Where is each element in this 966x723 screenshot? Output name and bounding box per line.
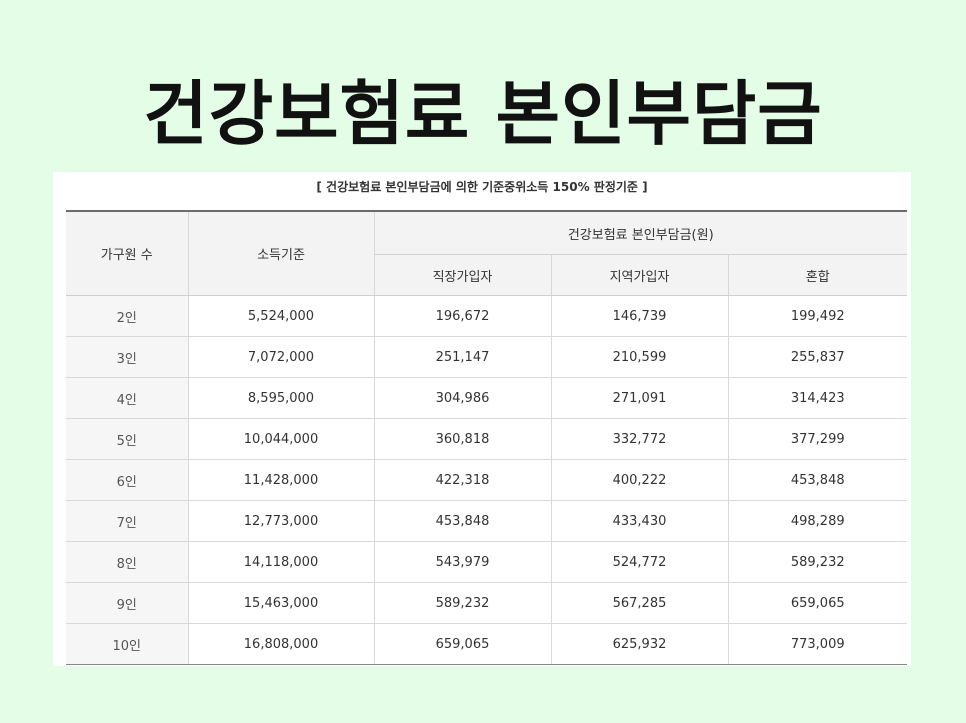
- cell-mixed: 199,492: [728, 295, 907, 337]
- cell-mixed: 773,009: [728, 623, 907, 665]
- cell-regional: 332,772: [551, 418, 729, 460]
- cell-members: 10인: [66, 623, 189, 665]
- cell-regional: 433,430: [551, 500, 729, 542]
- table-caption: [ 건강보험료 본인부담금에 의한 기준중위소득 150% 판정기준 ]: [316, 180, 648, 194]
- table-row: 7인 12,773,000 453,848 433,430 498,289: [66, 500, 907, 542]
- cell-employee: 251,147: [374, 336, 552, 378]
- cell-income: 14,118,000: [188, 541, 375, 583]
- cell-mixed: 314,423: [728, 377, 907, 419]
- cell-income: 15,463,000: [188, 582, 375, 624]
- cell-income: 8,595,000: [188, 377, 375, 419]
- cell-employee: 453,848: [374, 500, 552, 542]
- cell-regional: 210,599: [551, 336, 729, 378]
- cell-members: 3인: [66, 336, 189, 378]
- table-row: 3인 7,072,000 251,147 210,599 255,837: [66, 336, 907, 378]
- cell-mixed: 498,289: [728, 500, 907, 542]
- header-employee: 직장가입자: [374, 254, 552, 296]
- page-title: 건강보험료 본인부담금: [143, 73, 823, 155]
- header-income: 소득기준: [188, 210, 375, 296]
- header-mixed: 혼합: [728, 254, 907, 296]
- cell-employee: 304,986: [374, 377, 552, 419]
- cell-income: 11,428,000: [188, 459, 375, 501]
- cell-income: 5,524,000: [188, 295, 375, 337]
- cell-income: 16,808,000: [188, 623, 375, 665]
- cell-members: 4인: [66, 377, 189, 419]
- header-regional: 지역가입자: [551, 254, 729, 296]
- cell-employee: 360,818: [374, 418, 552, 460]
- cell-mixed: 255,837: [728, 336, 907, 378]
- cell-employee: 589,232: [374, 582, 552, 624]
- cell-mixed: 659,065: [728, 582, 907, 624]
- cell-members: 6인: [66, 459, 189, 501]
- cell-employee: 196,672: [374, 295, 552, 337]
- cell-members: 8인: [66, 541, 189, 583]
- cell-regional: 524,772: [551, 541, 729, 583]
- table-row: 5인 10,044,000 360,818 332,772 377,299: [66, 418, 907, 460]
- cell-regional: 271,091: [551, 377, 729, 419]
- cell-regional: 567,285: [551, 582, 729, 624]
- cell-employee: 543,979: [374, 541, 552, 583]
- cell-employee: 659,065: [374, 623, 552, 665]
- cell-income: 7,072,000: [188, 336, 375, 378]
- table-panel: [ 건강보험료 본인부담금에 의한 기준중위소득 150% 판정기준 ] 가구원…: [53, 172, 911, 666]
- cell-income: 10,044,000: [188, 418, 375, 460]
- table-row: 6인 11,428,000 422,318 400,222 453,848: [66, 459, 907, 501]
- cell-mixed: 589,232: [728, 541, 907, 583]
- cell-income: 12,773,000: [188, 500, 375, 542]
- table-row: 4인 8,595,000 304,986 271,091 314,423: [66, 377, 907, 419]
- cell-members: 2인: [66, 295, 189, 337]
- cell-regional: 400,222: [551, 459, 729, 501]
- cell-members: 7인: [66, 500, 189, 542]
- table-row: 9인 15,463,000 589,232 567,285 659,065: [66, 582, 907, 624]
- premium-table: 가구원 수 소득기준 건강보험료 본인부담금(원) 직장가입자 지역가입자 혼합…: [66, 210, 907, 665]
- table-row: 10인 16,808,000 659,065 625,932 773,009: [66, 623, 907, 665]
- cell-employee: 422,318: [374, 459, 552, 501]
- header-members: 가구원 수: [66, 210, 189, 296]
- cell-mixed: 377,299: [728, 418, 907, 460]
- table-row: 8인 14,118,000 543,979 524,772 589,232: [66, 541, 907, 583]
- cell-members: 5인: [66, 418, 189, 460]
- header-premium-group: 건강보험료 본인부담금(원): [374, 210, 907, 255]
- cell-regional: 625,932: [551, 623, 729, 665]
- cell-members: 9인: [66, 582, 189, 624]
- table-row: 2인 5,524,000 196,672 146,739 199,492: [66, 295, 907, 337]
- cell-mixed: 453,848: [728, 459, 907, 501]
- cell-regional: 146,739: [551, 295, 729, 337]
